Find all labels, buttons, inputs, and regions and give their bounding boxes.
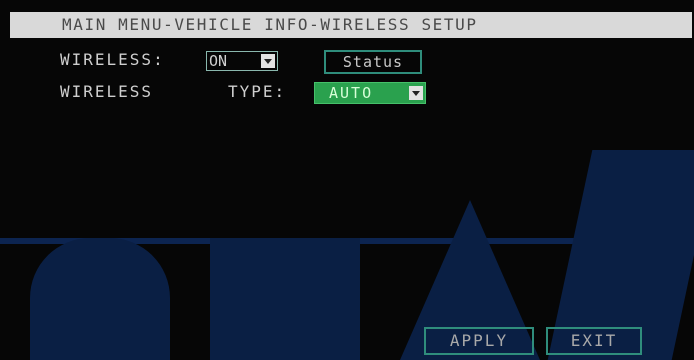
wireless-type-select[interactable]: AUTO — [314, 82, 426, 104]
exit-button[interactable]: EXIT — [546, 327, 642, 355]
watermark-shape — [210, 238, 360, 360]
wireless-select[interactable]: ON — [206, 51, 278, 71]
wireless-select-value: ON — [209, 52, 228, 70]
wireless-type-select-value: AUTO — [329, 84, 374, 102]
status-button[interactable]: Status — [324, 50, 422, 74]
dvr-osd-screen: MAIN MENU-VEHICLE INFO-WIRELESS SETUP WI… — [0, 0, 694, 360]
watermark-shape — [30, 238, 170, 360]
chevron-down-icon[interactable] — [409, 86, 423, 100]
apply-button[interactable]: APPLY — [424, 327, 534, 355]
menu-title-bar: MAIN MENU-VEHICLE INFO-WIRELESS SETUP — [10, 12, 692, 38]
wireless-label: WIRELESS: — [60, 50, 165, 69]
wireless-type-label-type: TYPE: — [228, 82, 287, 101]
wireless-type-label: WIRELESS — [60, 82, 154, 101]
chevron-down-icon[interactable] — [261, 54, 275, 68]
